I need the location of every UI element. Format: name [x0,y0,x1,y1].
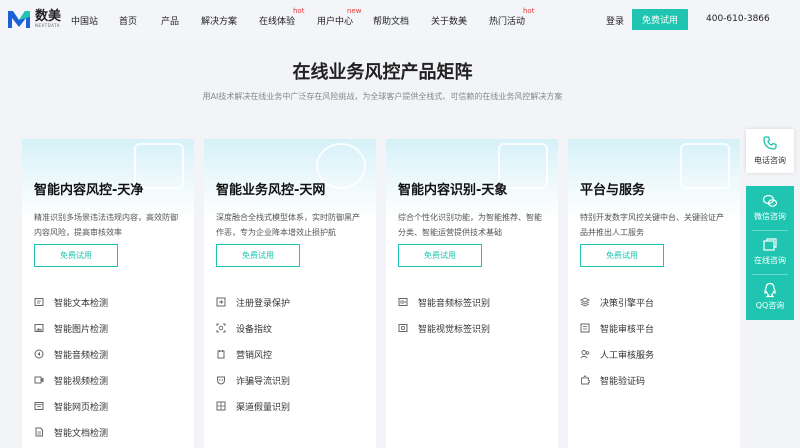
visual-tag-icon [398,323,408,333]
side-wechat-consult[interactable]: 微信咨询 [746,193,794,222]
logo-icon [6,8,32,30]
page-subtitle: 用AI技术解决在线业务中广泛存在风险挑战，为全球客户提供全栈式、可信赖的在线业务… [202,92,563,101]
card-title: 智能内容风控-天净 [34,183,144,198]
card-description: 特别开发数字风控关键中台、关键验证产品并推出人工服务 [580,213,724,237]
product-item-video[interactable]: 智能视频检测 [34,367,189,393]
side-qq-consult[interactable]: QQ咨询 [746,282,794,311]
product-item-fraud[interactable]: 诈骗导流识别 [216,367,371,393]
fingerprint-icon [216,323,226,333]
nav-user-center[interactable]: 用户中心 new [317,7,361,27]
product-item-document[interactable]: 智能文档检测 [34,419,189,445]
product-item-image[interactable]: 智能图片检测 [34,315,189,341]
product-item-decision-engine[interactable]: 决策引擎平台 [579,289,735,315]
product-item-webpage[interactable]: 智能网页检测 [34,393,189,419]
brand-name-en: NEXTDATA [35,23,60,28]
side-phone-label: 电话咨询 [754,156,786,165]
product-item-fingerprint[interactable]: 设备指纹 [216,315,371,341]
login-link[interactable]: 登录 [606,14,624,27]
hotline-number: 400-610-3866 [706,14,770,24]
marketing-icon [216,349,226,359]
product-item-audio-tag[interactable]: 智能音频标签识别 [398,289,553,315]
new-badge: new [347,7,362,15]
phone-icon [746,135,794,153]
nav-online-trial[interactable]: 在线体验 hot [259,7,304,27]
qq-icon [746,282,794,298]
product-item-marketing[interactable]: 营销风控 [216,341,371,367]
side-consult-panel: 微信咨询 在线咨询 QQ咨询 [746,186,794,320]
review-icon [580,323,590,333]
top-navbar: 数美 NEXTDATA 中国站 首页 产品 解决方案 在线体验 hot 用户中心 n… [0,0,800,38]
nav-china-site[interactable]: 中国站 [71,14,98,27]
channel-icon [216,401,226,411]
product-list: 智能音频标签识别 智能视觉标签识别 [398,289,553,341]
card-title: 平台与服务 [580,183,646,198]
page-title: 在线业务风控产品矩阵 [292,62,473,83]
chat-window-icon [746,237,794,253]
product-item-manual-review[interactable]: 人工审核服务 [580,341,735,367]
nav-hot-events[interactable]: 热门活动 hot [489,7,534,27]
product-item-visual-tag[interactable]: 智能视觉标签识别 [398,315,553,341]
document-icon [34,427,44,437]
nav-help-docs[interactable]: 帮助文档 [373,14,409,27]
product-card-business-risk: 智能业务风控-天网 深度融合全栈式模型体系，实时防御黑产作恶，专为企业降本增效止… [204,139,376,448]
layers-icon [579,297,591,307]
video-icon [34,375,44,385]
fraud-icon [216,375,226,385]
card-title: 智能内容识别-天象 [398,183,508,198]
nav-home[interactable]: 首页 [119,14,137,27]
product-card-platform: 平台与服务 特别开发数字风控关键中台、关键验证产品并推出人工服务 免费试用 决策… [568,139,740,448]
text-doc-icon [34,297,44,307]
card-title: 智能业务风控-天网 [216,183,326,198]
puzzle-icon [580,375,591,385]
side-online-consult[interactable]: 在线咨询 [746,237,794,266]
webpage-icon [34,401,44,411]
hot-badge: hot [293,7,305,15]
product-item-text[interactable]: 智能文本检测 [34,289,189,315]
card-description: 综合个性化识别功能，为智能推荐、智能分类、智能运营提供技术基础 [398,213,542,237]
card-free-trial-button[interactable]: 免费试用 [580,244,664,267]
side-online-label: 在线咨询 [754,256,786,265]
login-icon [216,297,226,307]
product-item-login-protect[interactable]: 注册登录保护 [216,289,371,315]
nav-solutions[interactable]: 解决方案 [201,14,237,27]
product-card-content-risk: 智能内容风控-天净 精准识别多场景违法违规内容，高效防御内容风险，提高审核效率 … [22,139,194,448]
card-decoration-icon [680,143,730,189]
product-item-review-platform[interactable]: 智能审核平台 [580,315,735,341]
product-list: 决策引擎平台 智能审核平台 人工审核服务 智能验证码 [579,289,735,393]
audio-icon [34,349,44,359]
card-free-trial-button[interactable]: 免费试用 [398,244,482,267]
side-phone-consult[interactable]: 电话咨询 [746,129,794,173]
product-item-captcha[interactable]: 智能验证码 [580,367,735,393]
nav-products[interactable]: 产品 [161,14,179,27]
card-free-trial-button[interactable]: 免费试用 [34,244,118,267]
hot-badge: hot [523,7,535,15]
side-wechat-label: 微信咨询 [754,212,786,221]
nav-about[interactable]: 关于数美 [431,14,467,27]
side-qq-label: QQ咨询 [755,301,785,310]
product-item-audio[interactable]: 智能音频检测 [34,341,189,367]
image-icon [34,323,44,333]
product-item-channel[interactable]: 渠道假量识别 [216,393,371,419]
card-description: 精准识别多场景违法违规内容，高效防御内容风险，提高审核效率 [34,213,178,237]
free-trial-button[interactable]: 免费试用 [632,9,688,30]
brand-name: 数美 [35,9,62,24]
audio-tag-icon [398,297,408,307]
product-card-content-recognition: 智能内容识别-天象 综合个性化识别功能，为智能推荐、智能分类、智能运营提供技术基… [386,139,558,448]
card-free-trial-button[interactable]: 免费试用 [216,244,300,267]
brand-logo[interactable]: 数美 NEXTDATA [6,8,61,30]
card-description: 深度融合全栈式模型体系，实时防御黑产作恶，专为企业降本增效止损护航 [216,213,360,237]
product-list: 注册登录保护 设备指纹 营销风控 诈骗导流识别 渠道假量识别 [216,289,371,419]
people-icon [580,349,590,359]
product-list: 智能文本检测 智能图片检测 智能音频检测 智能视频检测 智能网页检测 智能文档检… [34,289,189,445]
wechat-icon [746,193,794,209]
